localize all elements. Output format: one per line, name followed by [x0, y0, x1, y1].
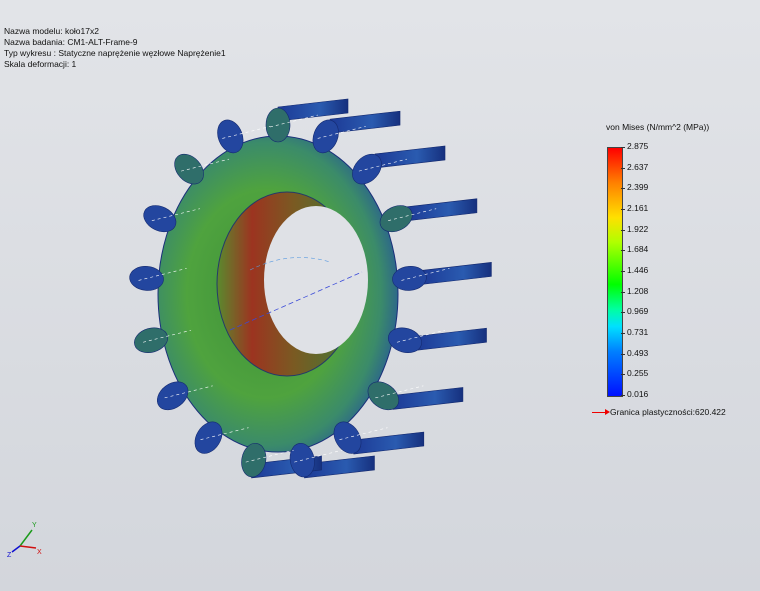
colorbar-tick: 2.399 — [620, 182, 649, 193]
colorbar-tick-labels: 2.875 2.637 2.399 2.161 1.922 1.684 1.446 1.208… — [620, 141, 683, 401]
arrow-right-icon — [592, 408, 610, 415]
stress-colorbar — [607, 147, 623, 397]
gear-tooth-side — [374, 145, 446, 169]
gear-tooth-side — [406, 198, 478, 222]
yield-limit-label: Granica plastyczności:620.422 — [610, 407, 726, 417]
gear-tooth-side — [421, 262, 492, 285]
triad-z-axis — [11, 545, 21, 553]
colorbar-tick: 1.684 — [620, 244, 649, 255]
gear-tooth-side — [353, 431, 425, 455]
triad-x-axis — [19, 545, 37, 549]
colorbar-tick: 0.493 — [620, 347, 649, 358]
colorbar-tick: 1.922 — [620, 223, 649, 234]
triad-x-label: X — [37, 549, 42, 556]
colorbar-tick: 1.208 — [620, 285, 649, 296]
gear-tooth-side — [329, 110, 401, 134]
triad-y-axis — [19, 529, 33, 547]
colorbar-tick: 2.637 — [620, 161, 649, 172]
axis-triad[interactable]: Y X Z — [6, 518, 46, 558]
colorbar-tick: 0.731 — [620, 327, 649, 337]
colorbar-tick: 0.255 — [620, 368, 649, 379]
colorbar-tick: 0.016 — [620, 389, 649, 399]
yield-limit-indicator: Granica plastyczności:620.422 — [592, 407, 726, 417]
colorbar-tick: 2.875 — [620, 141, 649, 151]
gear-tooth-side — [416, 327, 487, 351]
colorbar-tick: 0.969 — [620, 306, 649, 317]
triad-z-label: Z — [7, 552, 12, 558]
legend-title: von Mises (N/mm^2 (MPa)) — [606, 122, 710, 132]
triad-y-label: Y — [32, 522, 37, 529]
colorbar-tick: 1.446 — [620, 265, 649, 275]
colorbar-tick: 2.161 — [620, 203, 649, 213]
gear-tooth-side — [392, 387, 464, 410]
